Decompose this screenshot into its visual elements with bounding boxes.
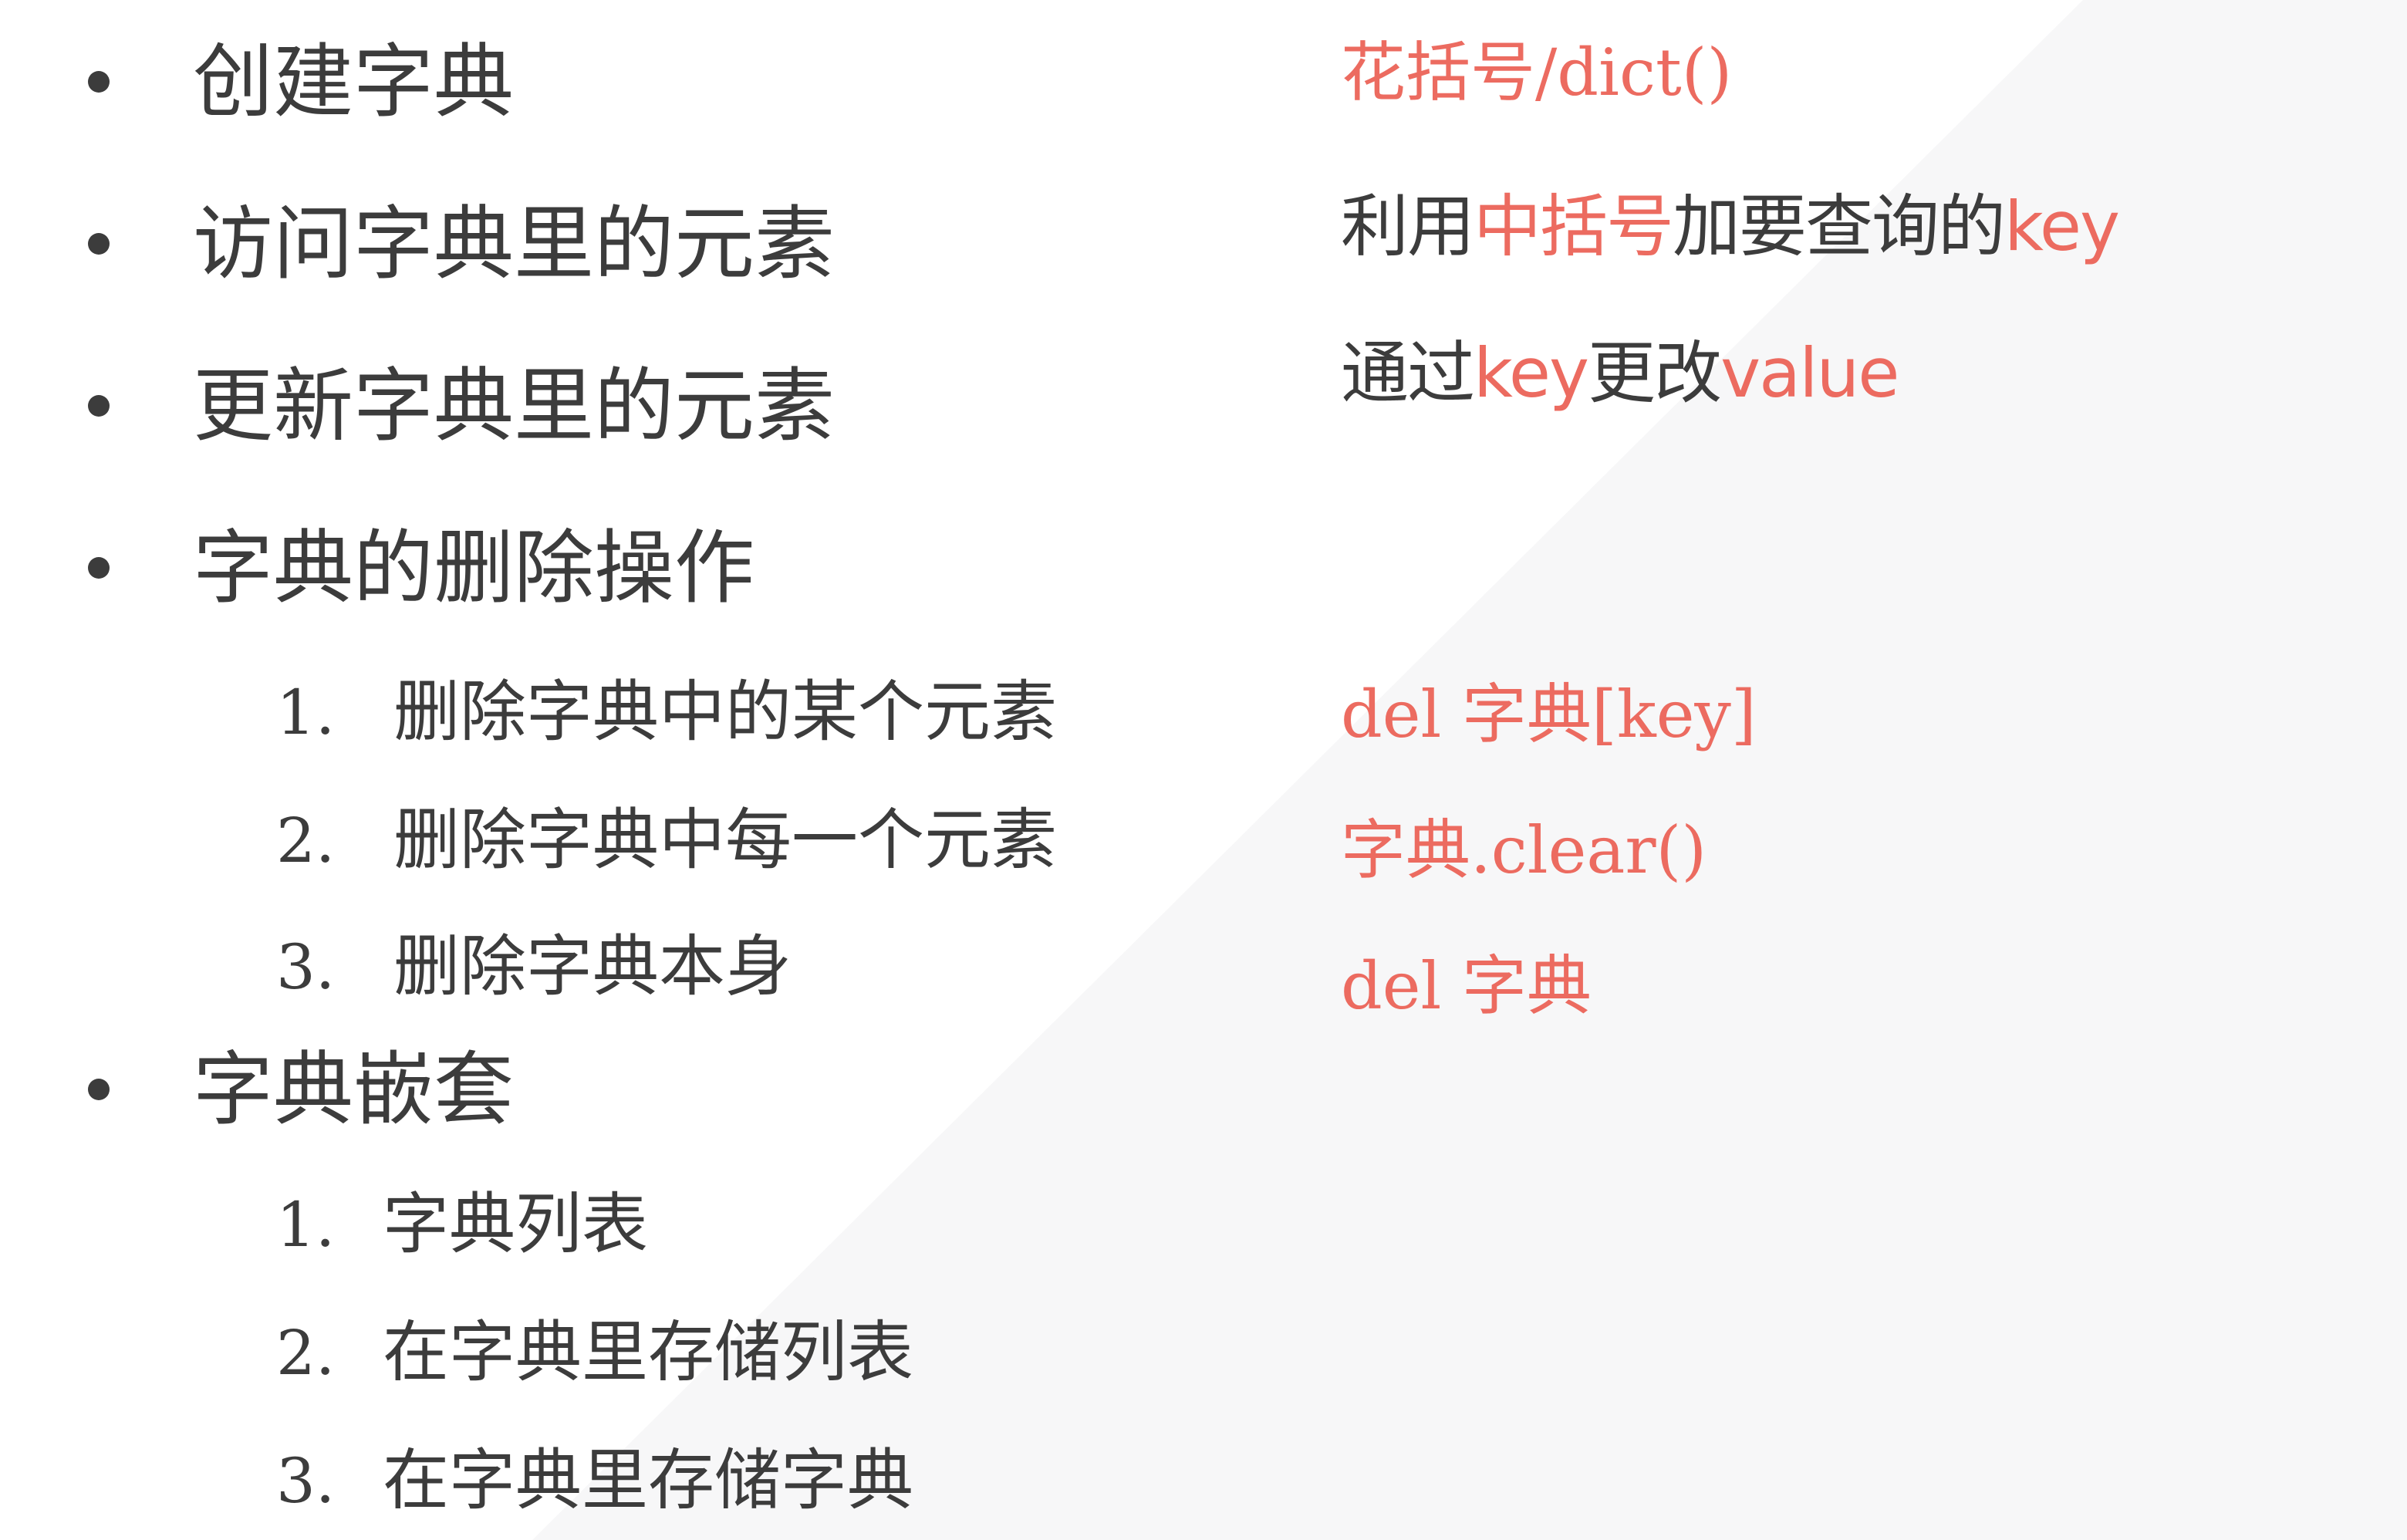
update-hint-part: 通过	[1341, 333, 1475, 413]
update-hint: 通过key更改value	[1341, 339, 1899, 407]
clear-hint: 字典.clear()	[1341, 812, 1707, 888]
sub-item-list-in-dict: 在字典里存储列表	[383, 1314, 913, 1391]
access-hint-part: 中括号	[1474, 187, 1674, 266]
create-hint: 花括号/dict()	[1341, 35, 1733, 110]
sub-item-number: 1.	[276, 1189, 336, 1261]
update-hint-part: 更改	[1588, 333, 1722, 413]
heading-delete-operations: 字典的删除操作	[193, 521, 755, 615]
heading-create-dict: 创建字典	[193, 35, 515, 129]
heading-update-elements: 更新字典里的元素	[193, 359, 836, 453]
sub-item-dict-in-dict: 在字典里存储字典	[383, 1442, 913, 1519]
sub-item-number: 2.	[276, 1317, 336, 1389]
sub-item-number: 3.	[276, 1445, 336, 1517]
access-hint-part: key	[2004, 187, 2120, 266]
sub-item-number: 2.	[276, 805, 336, 876]
bullet-icon	[88, 395, 110, 417]
sub-item-delete-dict: 删除字典本身	[393, 928, 792, 1005]
heading-access-elements: 访问字典里的元素	[193, 197, 836, 291]
update-hint-part: value	[1720, 333, 1899, 413]
slide: 创建字典 访问字典里的元素 更新字典里的元素 字典的删除操作 1. 删除字典中的…	[0, 0, 2407, 1540]
sub-item-delete-one: 删除字典中的某个元素	[393, 674, 1057, 751]
bullet-icon	[88, 557, 110, 579]
bullet-icon	[88, 233, 110, 255]
bullet-icon	[88, 1079, 110, 1100]
heading-nesting: 字典嵌套	[193, 1042, 515, 1136]
update-hint-part: key	[1474, 333, 1589, 413]
del-dict-hint: del 字典	[1341, 948, 1592, 1024]
sub-item-number: 3.	[276, 931, 336, 1003]
access-hint-part: 加要查询的	[1673, 187, 2006, 266]
sub-item-dict-list: 字典列表	[383, 1186, 648, 1263]
access-hint-part: 利用	[1341, 187, 1475, 266]
sub-item-delete-each: 删除字典中每一个元素	[393, 802, 1057, 879]
access-hint: 利用中括号加要查询的key	[1341, 193, 2120, 261]
del-key-hint: del 字典[key]	[1341, 677, 1757, 752]
sub-item-number: 1.	[276, 677, 336, 748]
bullet-icon	[88, 71, 110, 93]
